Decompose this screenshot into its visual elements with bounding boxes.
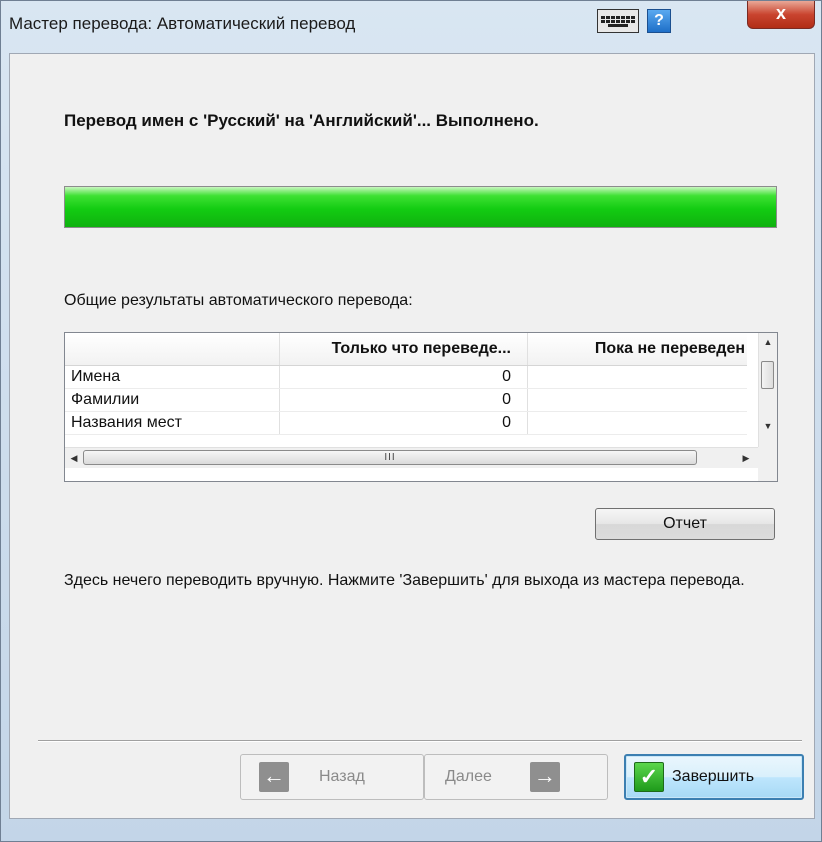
vertical-scroll-thumb[interactable] (761, 361, 774, 389)
row-name: Имена (71, 368, 121, 385)
title-bar[interactable]: Мастер перевода: Автоматический перевод … (1, 1, 821, 53)
back-label: Назад (319, 768, 365, 785)
progress-fill (65, 187, 776, 227)
scroll-down-icon[interactable]: ▼ (759, 417, 777, 435)
wizard-content: Перевод имен с 'Русский' на 'Английский'… (9, 53, 815, 819)
info-text: Здесь нечего переводить вручную. Нажмите… (64, 572, 745, 589)
row-translated: 0 (279, 412, 527, 434)
help-icon[interactable]: ? (647, 9, 671, 33)
row-name: Названия мест (71, 414, 182, 431)
table-header: Только что переведе... Пока не переведен (65, 333, 747, 366)
results-table: Только что переведе... Пока не переведен… (64, 332, 778, 482)
scrollbar-corner (758, 447, 777, 481)
row-name: Фамилии (71, 391, 140, 408)
scroll-left-icon[interactable]: ◀ (65, 448, 83, 468)
close-button[interactable]: x (747, 1, 815, 29)
status-heading: Перевод имен с 'Русский' на 'Английский'… (64, 111, 539, 130)
next-arrow-icon: → (529, 762, 560, 792)
column-header-name[interactable] (65, 333, 279, 365)
scroll-right-icon[interactable]: ▶ (737, 448, 755, 468)
back-button[interactable]: ← Назад (240, 754, 424, 800)
window-title: Мастер перевода: Автоматический перевод (9, 14, 356, 33)
vertical-scrollbar[interactable]: ▲ ▼ (758, 333, 777, 447)
results-label: Общие результаты автоматического перевод… (64, 292, 413, 309)
footer-separator (38, 740, 802, 742)
table-row[interactable]: Фамилии 0 (65, 389, 747, 412)
report-button[interactable]: Отчет (595, 508, 775, 540)
row-pending (527, 389, 747, 411)
next-label: Далее (445, 768, 492, 785)
table-row[interactable]: Названия мест 0 (65, 412, 747, 435)
progress-bar (64, 186, 777, 228)
finish-label: Завершить (672, 768, 755, 785)
keyboard-icon[interactable] (597, 9, 639, 33)
row-pending (527, 412, 747, 434)
checkmark-icon: ✓ (634, 762, 664, 792)
translation-wizard-window: Мастер перевода: Автоматический перевод … (0, 0, 822, 842)
column-header-translated[interactable]: Только что переведе... (279, 333, 527, 365)
scroll-up-icon[interactable]: ▲ (759, 333, 777, 351)
column-header-pending[interactable]: Пока не переведен (527, 333, 747, 365)
horizontal-scrollbar[interactable]: ◀ III ▶ (65, 447, 759, 468)
finish-button[interactable]: ✓ Завершить (624, 754, 804, 800)
table-row[interactable]: Имена 0 (65, 366, 747, 389)
back-arrow-icon: ← (259, 762, 289, 792)
horizontal-scroll-thumb[interactable]: III (83, 450, 697, 465)
next-button[interactable]: Далее → (424, 754, 608, 800)
row-pending (527, 366, 747, 388)
row-translated: 0 (279, 389, 527, 411)
row-translated: 0 (279, 366, 527, 388)
